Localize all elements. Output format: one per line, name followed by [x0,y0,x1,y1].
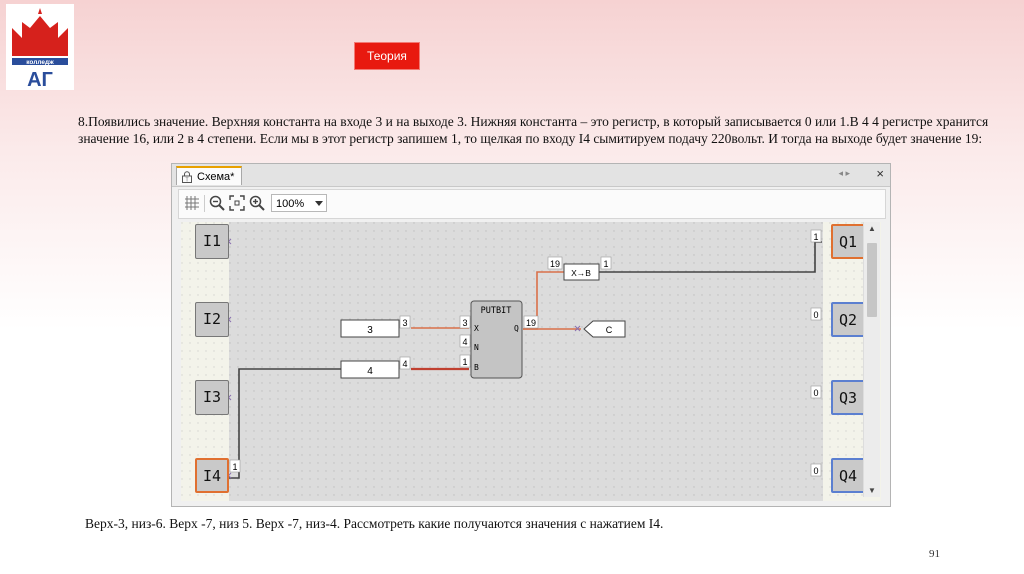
scroll-down-icon[interactable]: ▼ [868,486,876,495]
vertical-scrollbar[interactable]: ▲ ▼ [863,222,880,497]
zoom-select[interactable]: 100% [271,194,327,212]
close-icon[interactable]: × [876,166,884,181]
putbit-in-x-value: 3 [462,318,467,328]
tab-bar: T Схема* ◂ ▸ × [172,164,890,187]
theory-button[interactable]: Теория [355,43,419,69]
zoom-value: 100% [276,198,305,210]
converter-out-value: 1 [603,259,608,269]
q3-value: 0 [813,388,818,398]
scroll-up-icon[interactable]: ▲ [868,224,876,233]
putbit-pin-q: Q [514,324,519,333]
q4-value: 0 [813,466,818,476]
input-i2[interactable]: I2 [195,302,229,337]
connector-block: C [583,320,626,338]
zoom-in-icon[interactable] [248,194,266,212]
input-i3[interactable]: I3 [195,380,229,415]
toolbar: 100% [178,189,886,219]
constant-bottom-output: 4 [402,359,407,369]
q2-value: 0 [813,310,818,320]
converter-in-value: 19 [550,259,560,269]
scrollbar-thumb[interactable] [867,243,877,317]
toolbar-separator [204,195,205,212]
putbit-pin-n: N [474,343,479,352]
description-text: 8.Появились значение. Верхняя константа … [78,114,989,146]
footer-text: Верх-3, низ-6. Верх -7, низ 5. Верх -7, … [85,516,664,531]
output-q3[interactable]: Q3 [831,380,865,415]
output-q1[interactable]: Q1 [831,224,865,259]
putbit-out-q-value: 19 [526,318,536,328]
connector-label: C [606,325,613,335]
scheme-canvas[interactable]: 3 3 4 4 PUTBIT X N B Q 3 4 1 19 X→B 19 1… [181,222,881,501]
tab-scheme[interactable]: T Схема* [176,166,242,185]
output-q2[interactable]: Q2 [831,302,865,337]
zoom-out-icon[interactable] [208,194,226,212]
constant-bottom-value: 4 [367,366,373,377]
putbit-in-b-value: 1 [462,357,467,367]
constant-top-output: 3 [402,318,407,328]
i4-value: 1 [232,462,237,472]
fit-to-screen-icon[interactable] [228,194,246,212]
q1-value: 1 [813,232,818,242]
constant-top-value: 3 [367,325,373,336]
tab-scroll-arrows-icon[interactable]: ◂ ▸ [838,168,850,179]
logo-caption: колледж [26,59,54,66]
input-i1[interactable]: I1 [195,224,229,259]
logo-monogram: АГ [27,69,53,90]
svg-text:T: T [185,178,188,184]
output-q4[interactable]: Q4 [831,458,865,493]
input-i4[interactable]: I4 [195,458,229,493]
page-number: 91 [929,548,940,560]
putbit-pin-x: X [474,324,479,333]
converter-label: X→B [571,268,591,278]
putbit-in-n-value: 4 [462,337,467,347]
college-logo: колледж АГ [6,4,74,91]
scheme-editor-window: T Схема* ◂ ▸ × 100% 3 3 4 4 PUTBIT X N B… [171,163,891,507]
grid-icon[interactable] [183,194,201,212]
putbit-pin-b: B [474,363,479,372]
tab-label: Схема* [197,171,235,183]
putbit-title: PUTBIT [481,306,512,316]
chevron-down-icon [315,201,323,206]
lock-icon: T [182,171,192,184]
